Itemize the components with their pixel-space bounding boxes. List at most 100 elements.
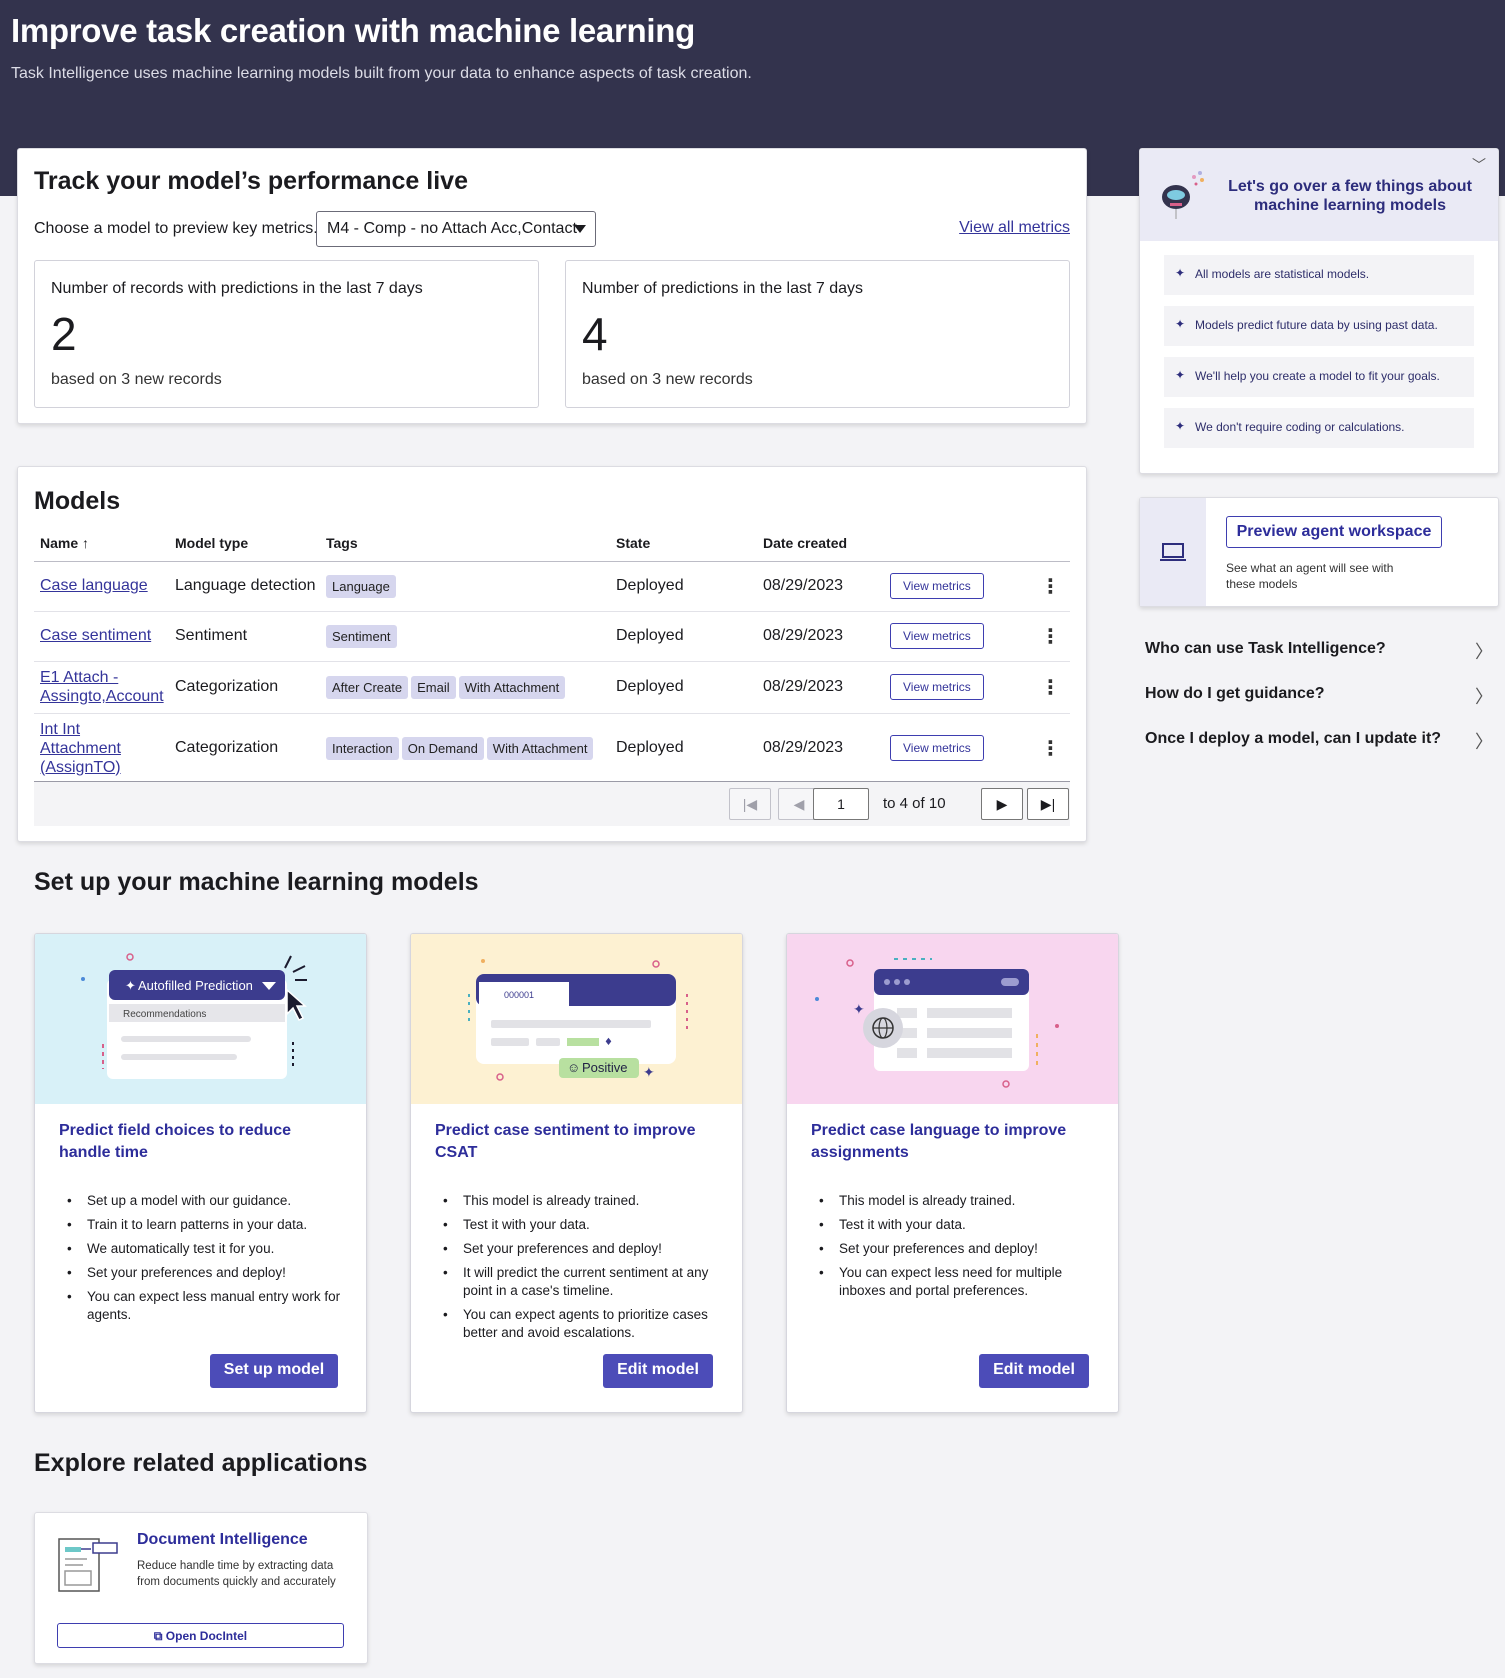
model-name-link[interactable]: Case language <box>40 577 148 594</box>
set-up-model-button[interactable]: Set up model <box>210 1354 338 1388</box>
open-docintel-button[interactable]: ⧉ Open DocIntel <box>57 1623 344 1648</box>
svg-text:✦: ✦ <box>643 1065 655 1081</box>
laptop-icon <box>1160 543 1186 561</box>
pagination-bar: |◀ ◀ 1 to 4 of 10 ▶ ▶| <box>34 781 1070 826</box>
document-icon <box>58 1538 118 1592</box>
preview-card: Preview agent workspace See what an agen… <box>1139 497 1499 607</box>
more-options-icon[interactable]: ⋮ <box>1025 561 1070 612</box>
tag: On Demand <box>401 736 484 760</box>
model-type: Categorization <box>169 713 320 784</box>
tag: After Create <box>326 675 409 699</box>
setup-card-title: Predict field choices to reduce handle t… <box>59 1122 292 1161</box>
models-card: Models Name ↑ Model type Tags State Date… <box>17 466 1087 842</box>
tips-panel: Let's go over a few things about machine… <box>1139 148 1499 474</box>
preview-description: See what an agent will see with these mo… <box>1226 561 1394 591</box>
edit-model-button[interactable]: Edit model <box>979 1354 1089 1388</box>
svg-text:☺: ☺ <box>567 1060 580 1075</box>
chevron-right-icon: 〉 <box>1475 642 1493 662</box>
sparkle-icon: ✦ <box>1175 266 1186 280</box>
tip-item: ✦ All models are statistical models. <box>1164 255 1474 295</box>
setup-card-bullets: Set up a model with our guidance. Train … <box>67 1192 347 1330</box>
model-state: Deployed <box>610 661 757 714</box>
more-options-icon[interactable]: ⋮ <box>1025 611 1070 662</box>
more-options-icon[interactable]: ⋮ <box>1025 661 1070 714</box>
tip-item: ✦ Models predict future data by using pas… <box>1164 306 1474 346</box>
model-date: 08/29/2023 <box>757 561 884 612</box>
external-link-icon: ⧉ <box>153 1629 163 1643</box>
model-type: Language detection <box>169 561 320 612</box>
metric-label: Number of records with predictions in th… <box>51 280 423 297</box>
column-header-tags: Tags <box>320 525 610 562</box>
model-select[interactable]: M4 - Comp - no Attach Acc,Contact <box>316 211 596 247</box>
model-type: Categorization <box>169 661 320 714</box>
more-options-icon[interactable]: ⋮ <box>1025 713 1070 784</box>
tag: Sentiment <box>326 624 397 648</box>
model-name-link[interactable]: Int Int Attachment (AssignTO) <box>40 720 150 777</box>
svg-text:✦: ✦ <box>125 978 136 993</box>
svg-text:Recommendations: Recommendations <box>123 1009 206 1020</box>
faq-item-who[interactable]: Who can use Task Intelligence? 〉 <box>1145 640 1505 662</box>
column-header-type: Model type <box>169 525 320 562</box>
edit-model-button[interactable]: Edit model <box>603 1354 713 1388</box>
model-select-value: M4 - Comp - no Attach Acc,Contact <box>327 220 577 237</box>
models-table: Name ↑ Model type Tags State Date create… <box>34 525 1070 784</box>
explore-title: Explore related applications <box>34 1449 368 1477</box>
robot-icon <box>1162 171 1204 219</box>
tip-item: ✦ We don't require coding or calculations… <box>1164 408 1474 448</box>
page-title: Improve task creation with machine learn… <box>11 12 695 49</box>
metric-card-records: Number of records with predictions in th… <box>34 260 539 408</box>
tag: With Attachment <box>486 736 594 760</box>
setup-card-bullets: This model is already trained. Test it w… <box>443 1192 723 1348</box>
view-all-metrics-link[interactable]: View all metrics <box>959 219 1070 237</box>
view-metrics-button[interactable]: View metrics <box>890 573 984 599</box>
svg-text:000001: 000001 <box>504 990 534 1000</box>
tag: Interaction <box>326 736 399 760</box>
faq-item-guidance[interactable]: How do I get guidance? 〉 <box>1145 685 1505 707</box>
tag: Email <box>411 675 456 699</box>
sparkle-icon: ✦ <box>1175 368 1186 382</box>
model-type: Sentiment <box>169 611 320 662</box>
caret-down-icon <box>574 225 586 233</box>
metric-sub: based on 3 new records <box>51 371 222 388</box>
performance-card: Track your model’s performance live Choo… <box>17 148 1087 424</box>
tips-header[interactable]: Let's go over a few things about machine… <box>1140 149 1498 241</box>
faq-item-update[interactable]: Once I deploy a model, can I update it? 〉 <box>1145 730 1505 752</box>
model-name-link[interactable]: E1 Attach - Assingto,Account <box>40 668 169 706</box>
setup-title: Set up your machine learning models <box>34 868 479 896</box>
chevron-right-icon: 〉 <box>1475 732 1493 752</box>
chevron-right-icon: 〉 <box>1475 687 1493 707</box>
setup-card-title: Predict case sentiment to improve CSAT <box>435 1122 696 1161</box>
tag: With Attachment <box>458 675 566 699</box>
first-page-icon[interactable]: |◀ <box>729 788 771 820</box>
tip-item: ✦ We'll help you create a model to fit yo… <box>1164 357 1474 397</box>
model-name-link[interactable]: Case sentiment <box>40 627 151 644</box>
sentiment-illustration: 000001 ♦ ☺ Positive ✦ <box>411 934 742 1104</box>
view-metrics-button[interactable]: View metrics <box>890 674 984 700</box>
svg-text:✦: ✦ <box>853 1002 865 1018</box>
page-number-input[interactable]: 1 <box>813 788 869 820</box>
view-metrics-button[interactable]: View metrics <box>890 623 984 649</box>
model-state: Deployed <box>610 611 757 662</box>
next-page-icon[interactable]: ▶ <box>981 788 1023 820</box>
preview-workspace-button[interactable]: Preview agent workspace <box>1226 516 1442 548</box>
setup-card-field-choices: Recommendations ✦ Autofilled Prediction … <box>34 933 367 1413</box>
app-description: Reduce handle time by extracting data fr… <box>137 1560 336 1588</box>
model-date: 08/29/2023 <box>757 661 884 714</box>
view-metrics-button[interactable]: View metrics <box>890 735 984 761</box>
column-header-date: Date created <box>757 525 884 562</box>
table-row: Int Int Attachment (AssignTO) Categoriza… <box>34 713 1070 784</box>
setup-card-title: Predict case language to improve assignm… <box>811 1122 1067 1161</box>
last-page-icon[interactable]: ▶| <box>1027 788 1069 820</box>
model-date: 08/29/2023 <box>757 611 884 662</box>
model-state: Deployed <box>610 561 757 612</box>
chevron-up-icon[interactable]: ﹀ <box>1472 155 1486 175</box>
table-row: E1 Attach - Assingto,Account Categorizat… <box>34 661 1070 714</box>
autofill-illustration: Recommendations ✦ Autofilled Prediction <box>35 934 366 1104</box>
column-header-name[interactable]: Name ↑ <box>34 525 169 562</box>
choose-model-label: Choose a model to preview key metrics. <box>34 220 318 237</box>
model-date: 08/29/2023 <box>757 713 884 784</box>
svg-text:♦: ♦ <box>604 1037 613 1048</box>
language-illustration: ✦ <box>787 934 1118 1104</box>
metric-label: Number of predictions in the last 7 days <box>582 280 864 297</box>
models-title: Models <box>34 487 121 515</box>
